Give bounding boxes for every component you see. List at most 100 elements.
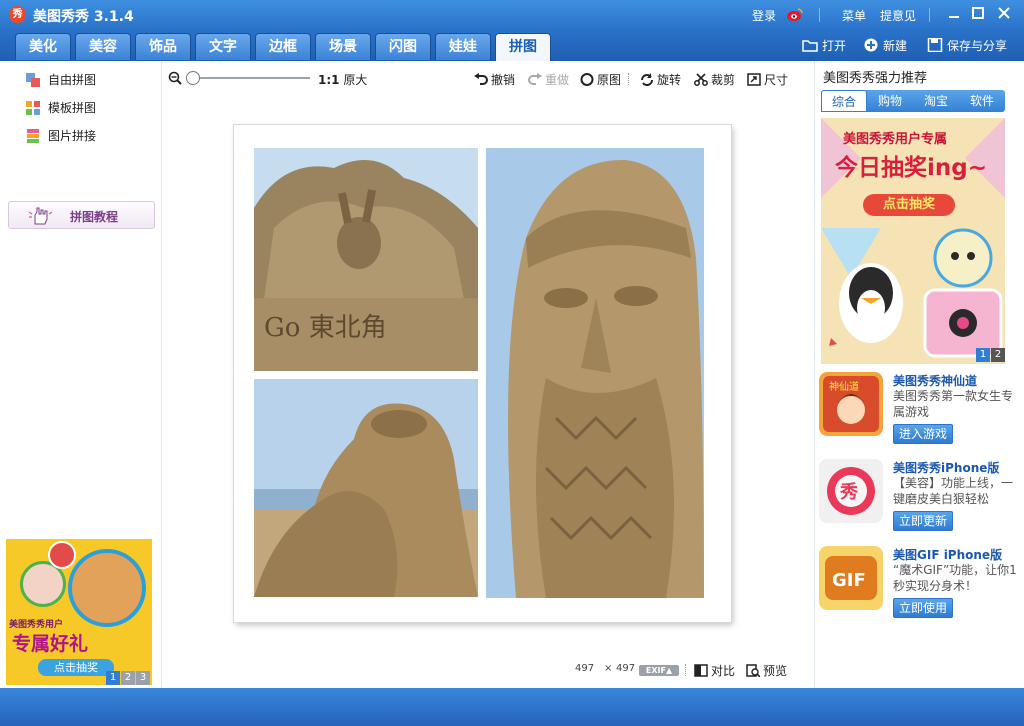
- app-item-iphone: 秀 美图秀秀iPhone版 【美容】功能上线，一键磨皮美白狠轻松 立即更新: [819, 459, 1019, 531]
- collage-photo-rabbit-sand-sculpture[interactable]: Go 東北角: [254, 148, 478, 371]
- svg-text:神仙道: 神仙道: [829, 380, 859, 393]
- tab-accessories[interactable]: 饰品: [135, 33, 191, 60]
- tab-text[interactable]: 文字: [195, 33, 251, 60]
- original-size-button[interactable]: 1:1 原大: [318, 71, 367, 88]
- template-collage-label: 模板拼图: [48, 101, 97, 115]
- exif-button[interactable]: EXIF▲: [639, 665, 679, 676]
- svg-text:秀: 秀: [839, 482, 858, 503]
- crop-button[interactable]: 裁剪: [694, 71, 735, 88]
- template-collage-icon: [26, 101, 40, 115]
- free-collage-item[interactable]: 自由拼图: [26, 71, 96, 89]
- zoom-slider-track[interactable]: [192, 77, 310, 79]
- open-button[interactable]: 打开: [802, 37, 846, 54]
- use-now-button[interactable]: 立即使用: [893, 598, 953, 618]
- preview-button[interactable]: 预览: [746, 662, 787, 679]
- photo-walrus: [254, 379, 478, 597]
- photo-rabbit: Go 東北角: [254, 148, 478, 371]
- separator: [628, 73, 629, 85]
- separator: [685, 664, 686, 676]
- redo-button[interactable]: 重做: [528, 71, 569, 88]
- image-splice-item[interactable]: 图片拼接: [26, 127, 96, 145]
- template-collage-item[interactable]: 模板拼图: [26, 99, 96, 117]
- crop-icon: [694, 73, 708, 86]
- minimize-icon: [949, 16, 959, 18]
- recommend-tab-software[interactable]: 软件: [959, 90, 1005, 112]
- rotate-label: 旋转: [657, 73, 682, 87]
- banner-page-1[interactable]: 1: [976, 348, 990, 362]
- promo-lottery-button[interactable]: 点击抽奖: [38, 659, 114, 676]
- undo-button[interactable]: 撤销: [474, 71, 515, 88]
- compare-icon: [694, 664, 708, 677]
- left-promo-banner[interactable]: 美图秀秀用户 专属好礼 点击抽奖 1 2 3: [6, 539, 152, 685]
- enter-game-button[interactable]: 进入游戏: [893, 424, 953, 444]
- banner-lottery-button[interactable]: 点击抽奖: [863, 194, 955, 216]
- promo-page-1[interactable]: 1: [106, 671, 120, 685]
- app-name[interactable]: 美图秀秀iPhone版: [893, 459, 999, 476]
- tab-beautify[interactable]: 美化: [15, 33, 71, 60]
- hand-icon: [28, 207, 53, 225]
- meitu-iphone-app-icon[interactable]: 秀: [819, 459, 883, 523]
- separator: [929, 8, 930, 22]
- game-app-icon[interactable]: 神仙道: [819, 372, 883, 436]
- save-share-button[interactable]: 保存与分享: [927, 37, 1007, 54]
- login-link[interactable]: 登录: [752, 7, 776, 24]
- undo-label: 撤销: [491, 73, 516, 87]
- minimize-button[interactable]: [943, 5, 965, 25]
- redo-icon: [528, 73, 542, 85]
- rotate-button[interactable]: 旋转: [640, 71, 681, 88]
- collage-photo-bearded-man-sand-sculpture[interactable]: [486, 148, 704, 598]
- feedback-link[interactable]: 提意见: [880, 7, 916, 24]
- redo-label: 重做: [545, 73, 570, 87]
- size-button[interactable]: 尺寸: [747, 71, 788, 88]
- tab-doll[interactable]: 娃娃: [435, 33, 491, 60]
- app-name[interactable]: 美图秀秀神仙道: [893, 372, 977, 389]
- app-logo-icon: 秀: [9, 6, 26, 23]
- app-name[interactable]: 美图GIF iPhone版: [893, 546, 1002, 563]
- compare-label: 对比: [711, 664, 736, 678]
- rotate-icon: [641, 73, 653, 86]
- image-splice-label: 图片拼接: [48, 129, 97, 143]
- tab-scene[interactable]: 场景: [315, 33, 371, 60]
- tab-flash[interactable]: 闪图: [375, 33, 431, 60]
- collage-photo-walrus-sand-sculpture[interactable]: [254, 379, 478, 597]
- image-splice-icon: [27, 129, 39, 143]
- plus-icon: [864, 38, 878, 52]
- compare-button[interactable]: 对比: [694, 662, 735, 679]
- main-canvas-area: 1:1 原大 撤销 重做 原图 旋转 裁剪 尺寸 Go 東北角 497 × 49…: [162, 61, 814, 688]
- recommend-tab-taobao[interactable]: 淘宝: [913, 90, 959, 112]
- new-button[interactable]: 新建: [863, 37, 907, 54]
- recommend-title: 美图秀秀强力推荐: [823, 71, 928, 86]
- app-item-gif: GIF 美图GIF iPhone版 “魔术GIF”功能，让你1秒实现分身术！ 立…: [819, 546, 1019, 618]
- photo-bearded-man: [486, 148, 704, 598]
- tutorial-label: 拼图教程: [70, 210, 119, 224]
- tab-face[interactable]: 美容: [75, 33, 131, 60]
- save-icon: [927, 38, 943, 52]
- preview-label: 预览: [763, 664, 788, 678]
- menu-link[interactable]: 菜单: [842, 7, 866, 24]
- maximize-button[interactable]: [967, 5, 989, 25]
- collage-canvas[interactable]: Go 東北角: [234, 125, 731, 622]
- recommend-tab-shopping[interactable]: 购物: [867, 90, 913, 112]
- update-now-button[interactable]: 立即更新: [893, 511, 953, 531]
- original-label: 原图: [597, 73, 622, 87]
- original-image-button[interactable]: 原图: [580, 71, 621, 88]
- meitu-gif-app-icon[interactable]: GIF: [819, 546, 883, 610]
- promo-page-3[interactable]: 3: [136, 671, 150, 685]
- close-button[interactable]: [993, 5, 1015, 25]
- tab-frame[interactable]: 边框: [255, 33, 311, 60]
- right-panel: 美图秀秀强力推荐 综合 购物 淘宝 软件 美图秀秀用户专属 今日抽奖ing~ 点…: [814, 61, 1024, 688]
- zoom-out-icon[interactable]: [168, 71, 182, 85]
- recommend-tab-all[interactable]: 综合: [821, 90, 867, 112]
- app-description: 美图秀秀第一款女生专属游戏: [893, 389, 1014, 419]
- banner-page-2[interactable]: 2: [991, 348, 1005, 362]
- app-title: 美图秀秀 3.1.4: [33, 9, 134, 25]
- promo-page-2[interactable]: 2: [121, 671, 135, 685]
- separator: [819, 8, 820, 22]
- bear-image: [68, 549, 146, 627]
- zoom-slider-handle[interactable]: [186, 71, 200, 85]
- toy-image: [48, 541, 76, 569]
- weibo-icon[interactable]: [786, 7, 804, 22]
- lottery-banner[interactable]: 美图秀秀用户专属 今日抽奖ing~ 点击抽奖 1 2: [821, 118, 1005, 364]
- tab-collage[interactable]: 拼图: [495, 33, 551, 61]
- collage-tutorial-button[interactable]: 拼图教程: [8, 201, 155, 229]
